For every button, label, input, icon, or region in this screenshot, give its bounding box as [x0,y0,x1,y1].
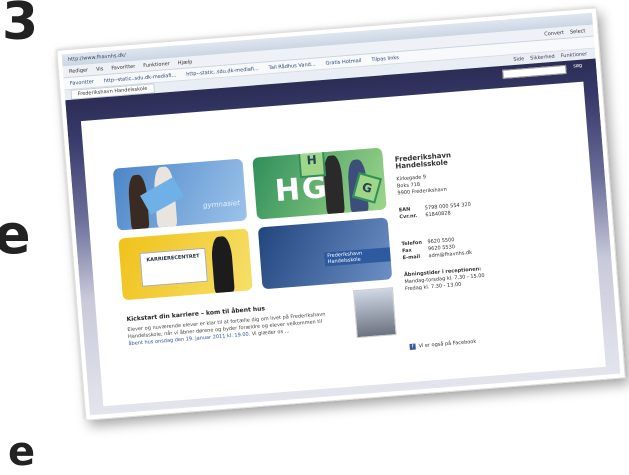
student-figure [322,154,345,215]
tile-gym-label: gymnasiet [202,198,241,210]
tile-gymnasiet[interactable]: gymnasiet [112,158,248,231]
search-input[interactable] [502,64,567,79]
karriere-sign: KARRIERECENTRET [139,247,208,287]
menu-favoritter[interactable]: Favoritter [111,63,135,71]
browser-window: http://www.fhavnhs.dk/ Rediger Vis Favor… [61,12,621,416]
menu-rediger[interactable]: Rediger [69,67,89,74]
facebook-link[interactable]: f Vi er også på Facebook [409,338,477,351]
screenshot-photo: http://www.fhavnhs.dk/ Rediger Vis Favor… [56,7,626,421]
facebook-label: Vi er også på Facebook [418,338,477,350]
select-button[interactable]: Select [570,28,586,35]
slide-letter-e: e [0,203,31,266]
page-viewport: søg gymnasiet HG H G KARRIERECENTRET Fre… [65,58,621,416]
menu-funktioner[interactable]: Funktioner [143,60,170,68]
letter-sign-h: H [297,147,326,179]
person-figure [210,235,235,294]
tile-building[interactable]: Frederikshavn Handelsskole [257,217,393,290]
contact-info: Frederikshavn Handelsskole Kirkegade 9 B… [395,148,515,293]
favorites-button[interactable]: Favoritter [70,78,94,86]
building-sign: Frederikshavn Handelsskole [323,247,391,267]
menu-hjaelp[interactable]: Hjælp [177,59,192,66]
email-label: E-mail [402,253,421,262]
tool-funktioner[interactable]: Funktioner [561,51,588,59]
tile-hg[interactable]: HG H G [252,147,387,220]
school-name: Frederikshavn Handelsskole [394,151,452,171]
menu-vis[interactable]: Vis [96,66,104,73]
favorite-link-5[interactable]: Tilpas links [371,54,399,62]
tile-karrierecentret[interactable]: KARRIERECENTRET [118,228,253,301]
site-content: gymnasiet HG H G KARRIERECENTRET Frederi… [80,81,606,407]
favorite-link-3[interactable]: Tail Rådhus Vand... [268,61,315,71]
search-button[interactable]: søg [573,63,582,70]
news-photo [353,287,397,339]
facebook-icon: f [409,343,416,351]
convert-button[interactable]: Convert [544,29,564,37]
favorite-link-4[interactable]: Gratis Hotmail [325,57,361,66]
slide-digit-3: 3 [2,0,39,52]
tool-side[interactable]: Side [513,56,524,63]
cvr-label: Cvr.nr. [399,213,418,221]
tool-sikkerhed[interactable]: Sikkerhed [530,54,555,62]
news-item: Kickstart din karriere – kom til åbent h… [126,300,338,348]
slide-letter-bottom: e [8,429,36,475]
